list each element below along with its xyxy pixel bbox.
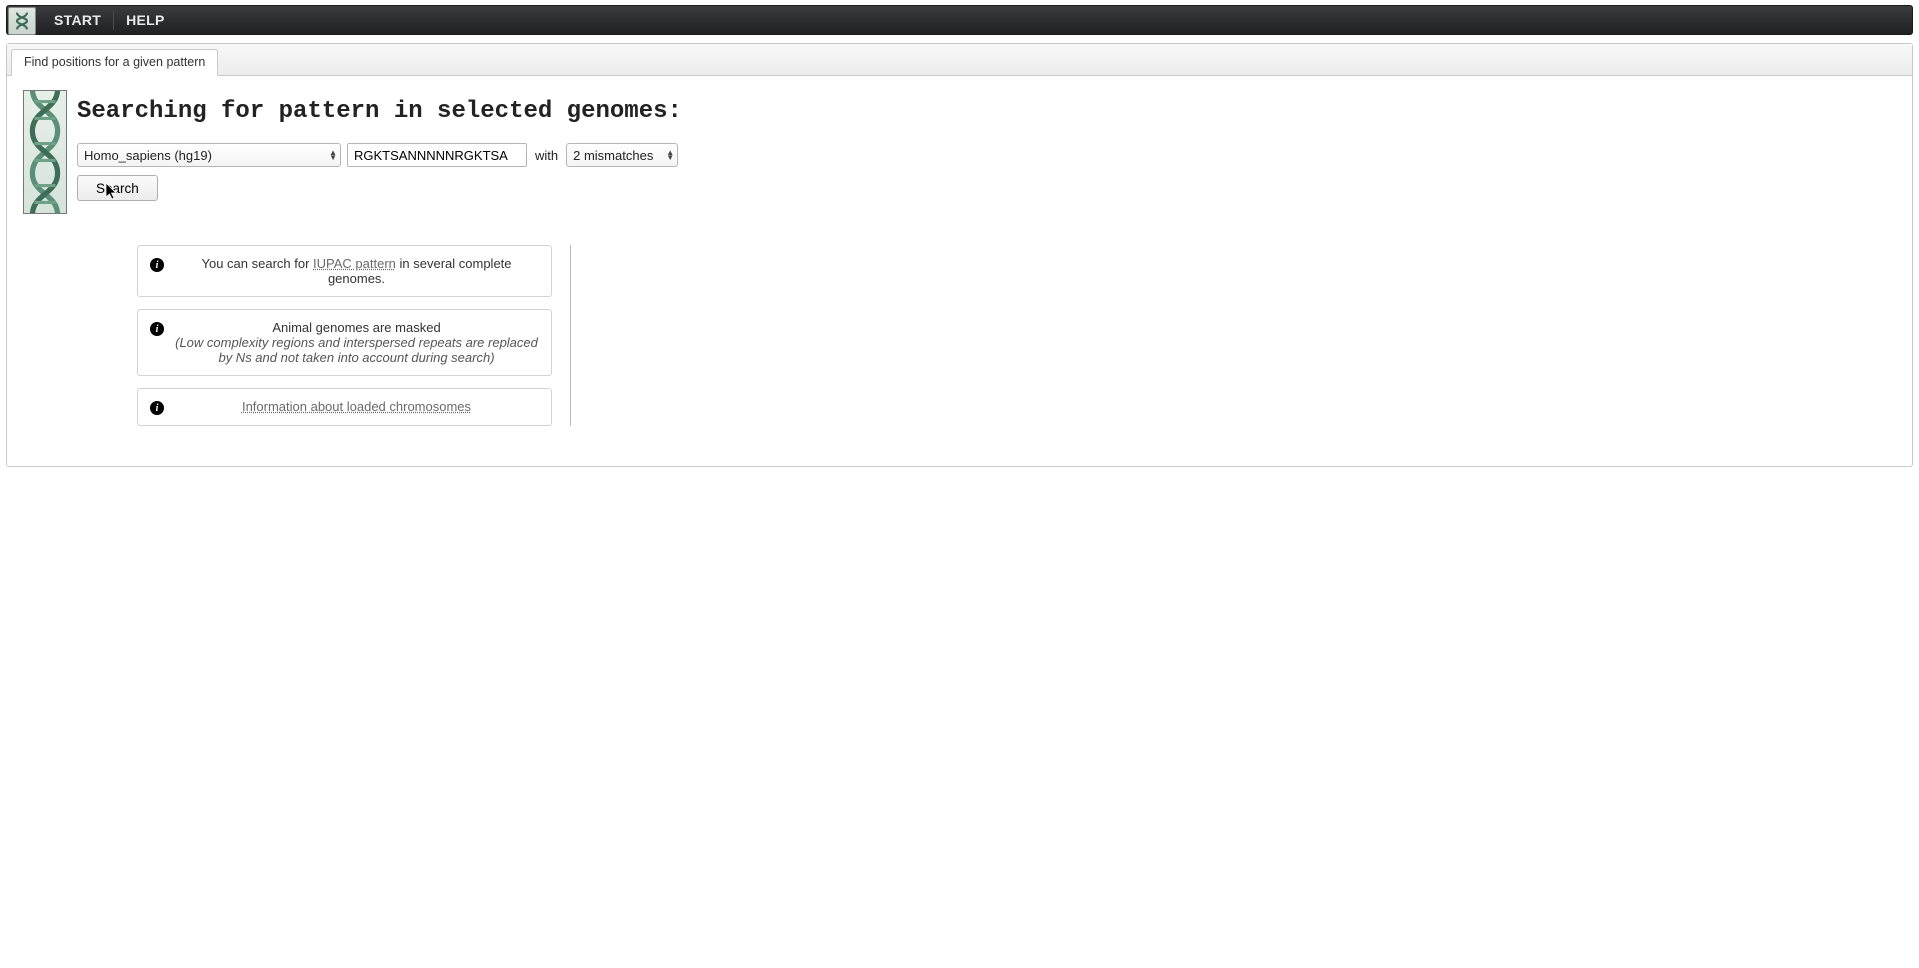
iupac-pattern-link[interactable]: IUPAC pattern: [313, 256, 396, 271]
info-text: Animal genomes are masked: [272, 320, 440, 335]
info-section: i You can search for IUPAC pattern in se…: [137, 245, 571, 426]
updown-icon: ▲▼: [329, 150, 337, 160]
genome-select[interactable]: Homo_sapiens (hg19) ▲▼: [77, 143, 341, 167]
info-icon: i: [150, 401, 164, 415]
page-title: Searching for pattern in selected genome…: [77, 98, 1896, 125]
search-button[interactable]: Search: [77, 175, 158, 201]
menu-help[interactable]: HELP: [114, 6, 177, 34]
updown-icon: ▲▼: [666, 150, 674, 160]
tabbar: Find positions for a given pattern: [7, 44, 1912, 76]
app-logo-icon: [8, 7, 36, 35]
info-box-iupac: i You can search for IUPAC pattern in se…: [137, 245, 552, 297]
mismatch-select[interactable]: 2 mismatches ▲▼: [566, 143, 678, 167]
menu-start[interactable]: START: [42, 6, 113, 34]
pattern-input[interactable]: [347, 143, 527, 167]
info-box-masked: i Animal genomes are masked (Low complex…: [137, 309, 552, 376]
menubar: START HELP: [6, 5, 1913, 35]
main-panel: Find positions for a given pattern: [6, 43, 1913, 467]
info-note: (Low complexity regions and interspersed…: [174, 335, 539, 365]
info-box-chromosomes: i Information about loaded chromosomes: [137, 388, 552, 426]
dna-icon: [23, 90, 67, 214]
mismatch-select-value: 2 mismatches: [573, 148, 653, 163]
info-icon: i: [150, 258, 164, 272]
info-text: You can search for: [201, 256, 313, 271]
tab-find-positions[interactable]: Find positions for a given pattern: [11, 49, 218, 76]
chromosome-info-link[interactable]: Information about loaded chromosomes: [242, 399, 471, 414]
info-icon: i: [150, 322, 164, 336]
with-label: with: [533, 148, 560, 163]
genome-select-value: Homo_sapiens (hg19): [84, 148, 212, 163]
